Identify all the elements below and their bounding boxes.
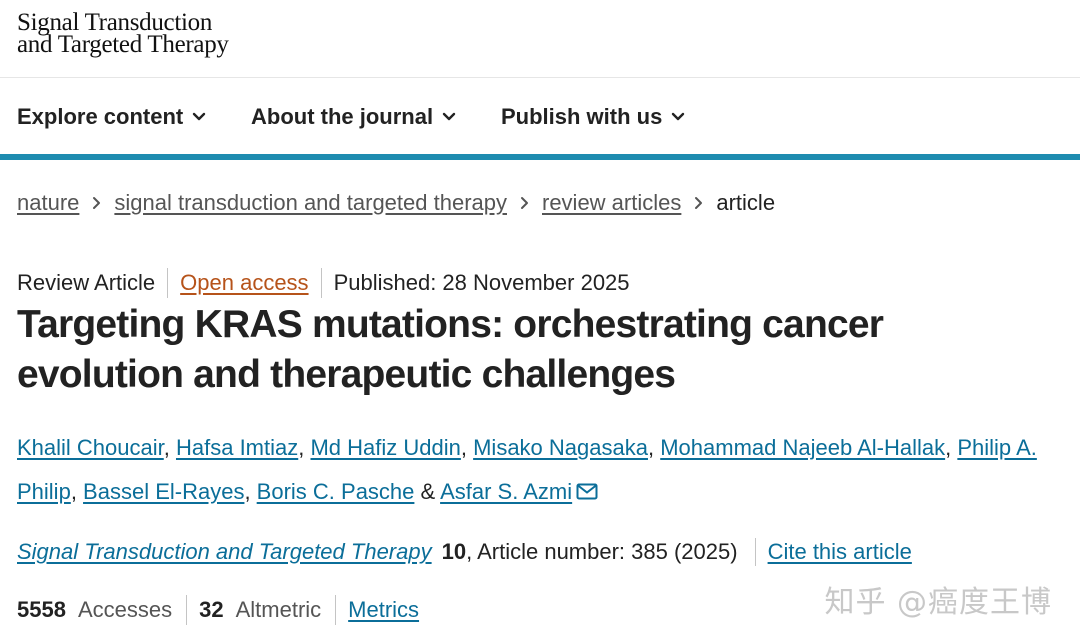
metrics-divider xyxy=(186,595,188,625)
volume-number: 10 xyxy=(441,539,467,564)
author-separator: , xyxy=(244,479,257,504)
chevron-right-icon xyxy=(92,196,101,210)
author-link[interactable]: Hafsa Imtiaz xyxy=(176,435,298,460)
citation-line: Signal Transduction and Targeted Therapy… xyxy=(17,538,912,566)
author-link[interactable]: Misako Nagasaka xyxy=(473,435,648,460)
author-separator: & xyxy=(414,479,441,504)
citation-divider xyxy=(754,538,756,566)
author-separator: , xyxy=(460,435,474,460)
breadcrumb-journal[interactable]: signal transduction and targeted therapy xyxy=(114,190,507,216)
nav-publish-with-us[interactable]: Publish with us xyxy=(501,104,685,130)
breadcrumb-current: article xyxy=(716,190,776,215)
cite-this-article-link[interactable]: Cite this article xyxy=(768,539,912,565)
metrics-link[interactable]: Metrics xyxy=(348,597,419,623)
author-link[interactable]: Asfar S. Azmi xyxy=(440,479,572,504)
author-separator: , xyxy=(945,435,958,460)
breadcrumb-nature[interactable]: nature xyxy=(17,190,79,216)
breadcrumb-review-articles[interactable]: review articles xyxy=(542,190,681,216)
altmetric-score: 32 xyxy=(199,597,224,622)
open-access-link[interactable]: Open access xyxy=(180,270,308,296)
author-link[interactable]: Khalil Choucair xyxy=(17,435,164,460)
altmetric-label: Altmetric xyxy=(235,597,322,622)
email-icon[interactable] xyxy=(576,471,598,515)
metrics-bar: 5558 Accesses 32 Altmetric Metrics xyxy=(17,595,419,625)
chevron-right-icon xyxy=(520,196,529,210)
author-list: Khalil Choucair, Hafsa Imtiaz, Md Hafiz … xyxy=(17,426,1077,515)
nav-about-the-journal[interactable]: About the journal xyxy=(251,104,456,130)
breadcrumb: nature signal transduction and targeted … xyxy=(17,190,775,216)
nav-accent-rule xyxy=(0,154,1080,160)
author-link[interactable]: Bassel El-Rayes xyxy=(83,479,244,504)
logo-line-2: and Targeted Therapy xyxy=(17,31,229,58)
accesses-count: 5558 xyxy=(17,597,66,622)
article-meta: Review Article Open access Published: 28… xyxy=(17,268,630,298)
nav-about-the-journal-label: About the journal xyxy=(251,104,434,129)
metrics-divider xyxy=(335,595,337,625)
chevron-down-icon xyxy=(442,112,456,122)
author-separator: , xyxy=(298,435,311,460)
author-link[interactable]: Md Hafiz Uddin xyxy=(310,435,460,460)
article-title: Targeting KRAS mutations: orchestrating … xyxy=(17,303,884,396)
article-number: , Article number: 385 (2025) xyxy=(466,539,738,564)
meta-divider xyxy=(320,268,322,298)
journal-logo[interactable]: Signal Transduction and Targeted Therapy xyxy=(17,10,229,58)
author-separator: , xyxy=(70,479,84,504)
author-separator: , xyxy=(163,435,176,460)
nav-explore-content-label: Explore content xyxy=(17,104,184,129)
author-link[interactable]: Mohammad Najeeb Al-Hallak xyxy=(660,435,945,460)
meta-divider xyxy=(167,268,169,298)
chevron-right-icon xyxy=(694,196,703,210)
watermark: 知乎 @癌度王博 xyxy=(824,585,1052,620)
author-separator: , xyxy=(647,435,661,460)
author-link[interactable]: Boris C. Pasche xyxy=(257,479,415,504)
chevron-down-icon xyxy=(192,112,206,122)
nav-explore-content[interactable]: Explore content xyxy=(17,104,206,130)
accesses-label: Accesses xyxy=(77,597,173,622)
published-date: Published: 28 November 2025 xyxy=(333,270,630,295)
nav-publish-with-us-label: Publish with us xyxy=(501,104,663,129)
journal-link[interactable]: Signal Transduction and Targeted Therapy xyxy=(17,539,432,565)
article-type: Review Article xyxy=(17,270,156,295)
chevron-down-icon xyxy=(671,112,685,122)
site-header: Signal Transduction and Targeted Therapy xyxy=(0,0,1080,78)
main-nav: Explore content About the journal Publis… xyxy=(0,78,1080,155)
